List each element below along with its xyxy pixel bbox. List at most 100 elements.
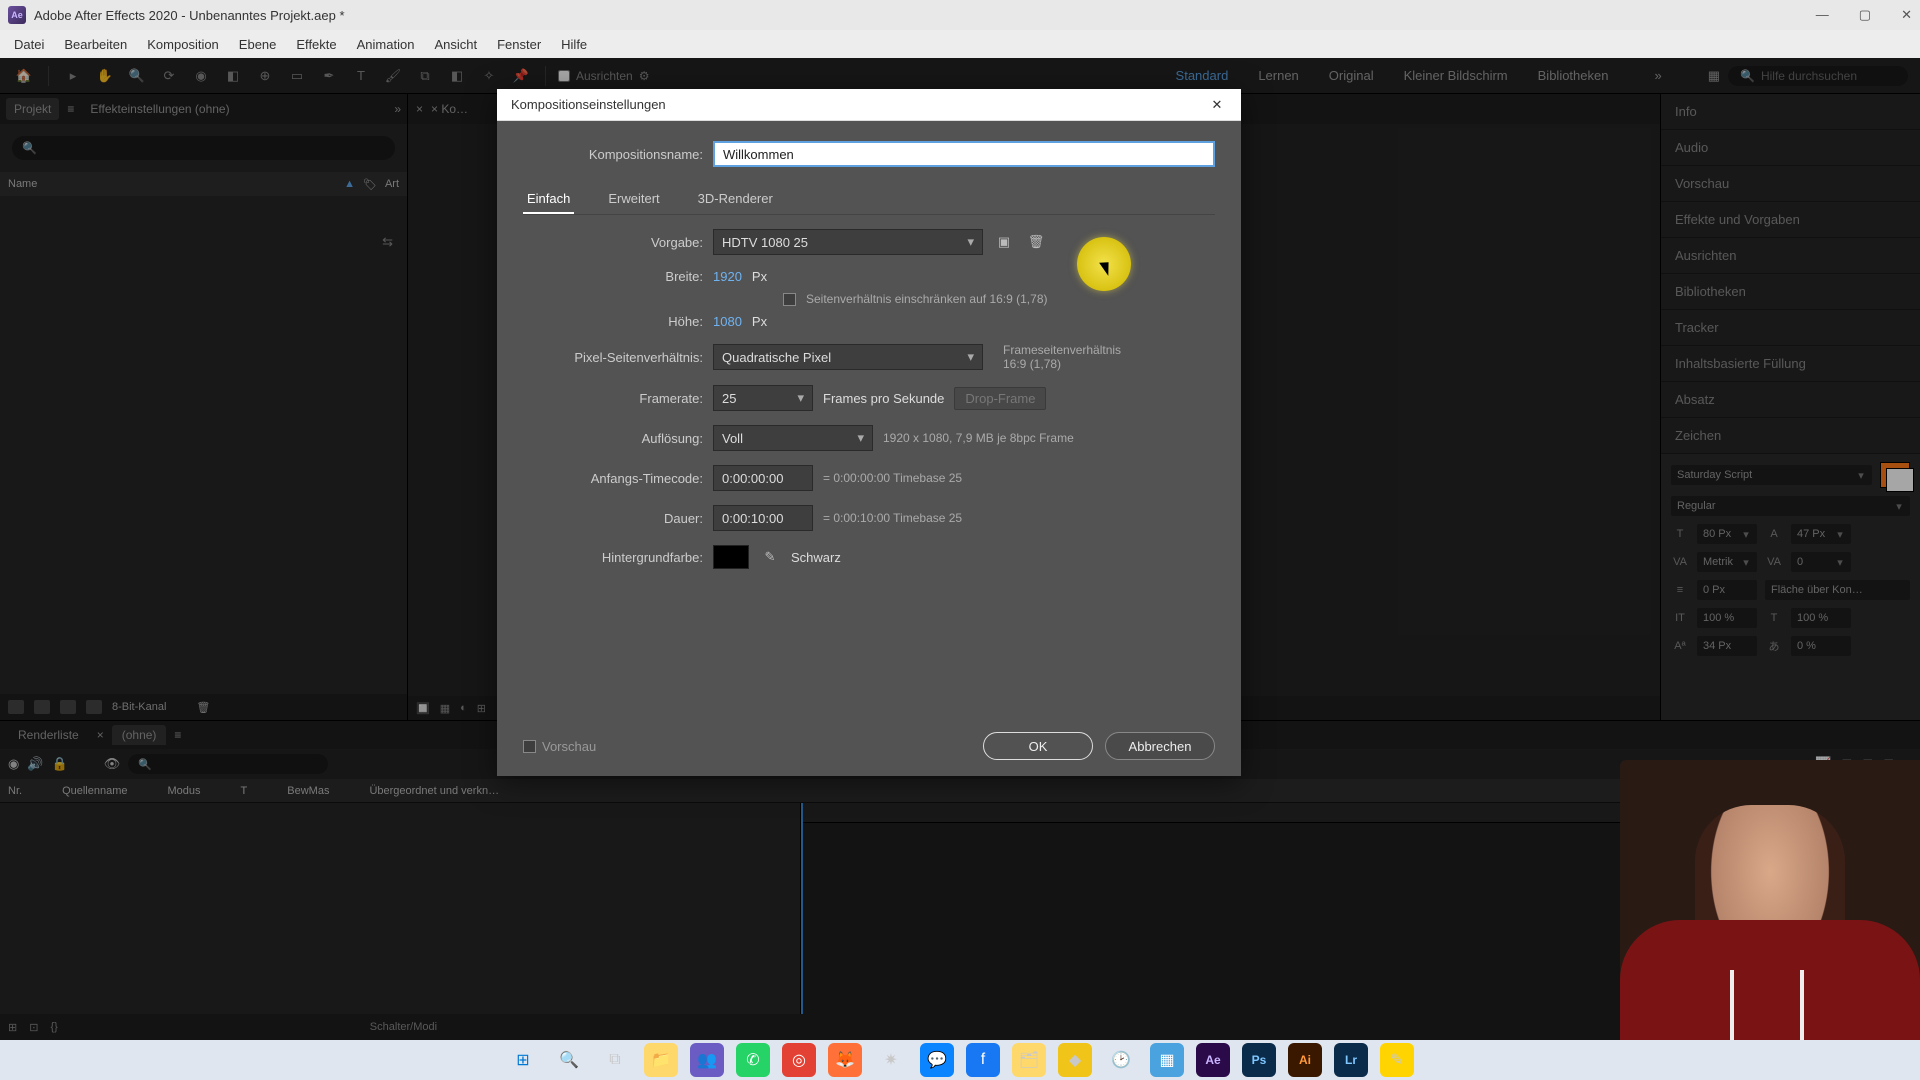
panel-contentaware[interactable]: Inhaltsbasierte Füllung <box>1661 346 1920 382</box>
tab-advanced[interactable]: Erweitert <box>604 185 663 214</box>
dialog-close-button[interactable]: ✕ <box>1207 97 1227 113</box>
stroke-position-select[interactable]: Fläche über Kon… <box>1765 580 1910 600</box>
tb-explorer-icon[interactable]: 📁 <box>644 1043 678 1077</box>
workspace-libraries[interactable]: Bibliotheken <box>1538 68 1609 84</box>
framerate-select[interactable]: 25▾ <box>713 385 813 411</box>
lock-aspect-checkbox[interactable] <box>783 293 796 306</box>
menu-effects[interactable]: Effekte <box>286 33 346 56</box>
stroke-width-field[interactable]: 0 Px <box>1697 580 1757 600</box>
grid-icon[interactable]: ⊞ <box>477 702 486 715</box>
duration-field[interactable]: 0:00:10:00 <box>713 505 813 531</box>
comp-name-input[interactable] <box>713 141 1215 167</box>
save-preset-icon[interactable]: ▣ <box>993 231 1015 253</box>
tab-effect-controls[interactable]: Effekteinstellungen (ohne) <box>82 98 237 120</box>
menu-help[interactable]: Hilfe <box>551 33 597 56</box>
new-comp-icon[interactable] <box>86 700 102 714</box>
tab-project[interactable]: Projekt <box>6 98 59 120</box>
timeline-layer-list[interactable] <box>0 803 800 1014</box>
bpc-icon[interactable] <box>34 700 50 714</box>
interpret-icon[interactable] <box>8 700 24 714</box>
project-search[interactable]: 🔍 <box>12 136 395 160</box>
shape-tool-icon[interactable]: ▭ <box>285 64 309 88</box>
panel-effects[interactable]: Effekte und Vorgaben <box>1661 202 1920 238</box>
panel-libraries[interactable]: Bibliotheken <box>1661 274 1920 310</box>
tb-teams-icon[interactable]: 👥 <box>690 1043 724 1077</box>
playhead-icon[interactable] <box>801 803 803 1014</box>
switches-modes-toggle[interactable]: Schalter/Modi <box>370 1021 437 1033</box>
tab-timeline-none[interactable]: (ohne) <box>112 725 167 745</box>
menu-file[interactable]: Datei <box>4 33 54 56</box>
font-style-select[interactable]: Regular▾ <box>1671 496 1910 516</box>
eyedropper-icon[interactable]: ✎ <box>759 546 781 568</box>
menu-animation[interactable]: Animation <box>347 33 425 56</box>
cancel-button[interactable]: Abbrechen <box>1105 732 1215 760</box>
pan-behind-tool-icon[interactable]: ⊕ <box>253 64 277 88</box>
close-window-button[interactable]: ✕ <box>1901 7 1912 23</box>
panel-tracker[interactable]: Tracker <box>1661 310 1920 346</box>
puppet-tool-icon[interactable]: 📌 <box>509 64 533 88</box>
panel-character[interactable]: Zeichen <box>1661 418 1920 454</box>
tb-illustrator-icon[interactable]: Ai <box>1288 1043 1322 1077</box>
workspace-original[interactable]: Original <box>1329 68 1374 84</box>
col-label-icon[interactable]: 🏷 <box>363 178 377 191</box>
tl-eye-icon[interactable]: ◉ <box>8 756 19 772</box>
tb-aftereffects-icon[interactable]: Ae <box>1196 1043 1230 1077</box>
tb-files-icon[interactable]: 🗂 <box>1012 1043 1046 1077</box>
tb-start-icon[interactable]: ⊞ <box>506 1043 540 1077</box>
tb-taskview-icon[interactable]: ⧉ <box>598 1043 632 1077</box>
width-value[interactable]: 1920 <box>713 269 742 284</box>
hscale-field[interactable]: 100 % <box>1791 608 1851 628</box>
panel-align[interactable]: Ausrichten <box>1661 238 1920 274</box>
tl-shy-icon[interactable]: 👁 <box>104 756 121 772</box>
menu-edit[interactable]: Bearbeiten <box>54 33 137 56</box>
font-family-select[interactable]: Saturday Script▾ <box>1671 465 1872 485</box>
tl-speaker-icon[interactable]: 🔊 <box>27 756 43 772</box>
workspace-standard[interactable]: Standard <box>1176 68 1229 84</box>
tb-app-red-icon[interactable]: ◎ <box>782 1043 816 1077</box>
comp-tab[interactable]: × Ko… <box>431 102 468 116</box>
tb-app-yellow-icon[interactable]: ◆ <box>1058 1043 1092 1077</box>
tab-basic[interactable]: Einfach <box>523 185 574 214</box>
menu-composition[interactable]: Komposition <box>137 33 229 56</box>
trash-icon[interactable]: 🗑 <box>196 701 210 714</box>
hand-tool-icon[interactable]: ✋ <box>93 64 117 88</box>
height-value[interactable]: 1080 <box>713 314 742 329</box>
tb-clock-icon[interactable]: 🕑 <box>1104 1043 1138 1077</box>
delete-preset-icon[interactable]: 🗑 <box>1025 231 1047 253</box>
col-name[interactable]: Name <box>8 178 336 190</box>
tl-foot-icon3[interactable]: {} <box>50 1021 57 1033</box>
workspace-learn[interactable]: Lernen <box>1258 68 1298 84</box>
tl-lock-icon[interactable]: 🔒 <box>52 756 68 772</box>
orbit-tool-icon[interactable]: ⟳ <box>157 64 181 88</box>
menu-window[interactable]: Fenster <box>487 33 551 56</box>
panel-preview[interactable]: Vorschau <box>1661 166 1920 202</box>
tab-3d-renderer[interactable]: 3D-Renderer <box>694 185 777 214</box>
tb-search-icon[interactable]: 🔍 <box>552 1043 586 1077</box>
selection-tool-icon[interactable]: ▸ <box>61 64 85 88</box>
clone-tool-icon[interactable]: ⧉ <box>413 64 437 88</box>
workspace-small[interactable]: Kleiner Bildschirm <box>1404 68 1508 84</box>
new-folder-icon[interactable] <box>60 700 76 714</box>
tb-lightroom-icon[interactable]: Lr <box>1334 1043 1368 1077</box>
color-depth[interactable]: 8-Bit-Kanal <box>112 701 166 713</box>
panel-audio[interactable]: Audio <box>1661 130 1920 166</box>
pen-tool-icon[interactable]: ✒ <box>317 64 341 88</box>
tl-foot-icon2[interactable]: ⊡ <box>29 1021 38 1034</box>
zoom-tool-icon[interactable]: 🔍 <box>125 64 149 88</box>
start-timecode-field[interactable]: 0:00:00:00 <box>713 465 813 491</box>
tb-facebook-icon[interactable]: f <box>966 1043 1000 1077</box>
vscale-field[interactable]: 100 % <box>1697 608 1757 628</box>
rotate-tool-icon[interactable]: ◉ <box>189 64 213 88</box>
col-type[interactable]: Art <box>385 178 399 190</box>
panel-overflow-icon[interactable]: » <box>394 102 401 116</box>
brush-tool-icon[interactable]: 🖌 <box>381 64 405 88</box>
help-search[interactable]: 🔍 Hilfe durchsuchen <box>1728 66 1908 86</box>
tab-menu-icon[interactable]: ≡ <box>174 728 181 742</box>
tl-foot-icon1[interactable]: ⊞ <box>8 1021 17 1034</box>
minimize-button[interactable]: — <box>1816 7 1829 23</box>
preset-select[interactable]: HDTV 1080 25▾ <box>713 229 983 255</box>
tb-firefox-icon[interactable]: 🦊 <box>828 1043 862 1077</box>
tb-app-dark-icon[interactable]: ✷ <box>874 1043 908 1077</box>
workspace-grid-icon[interactable]: ▦ <box>1708 68 1720 84</box>
eraser-tool-icon[interactable]: ◧ <box>445 64 469 88</box>
